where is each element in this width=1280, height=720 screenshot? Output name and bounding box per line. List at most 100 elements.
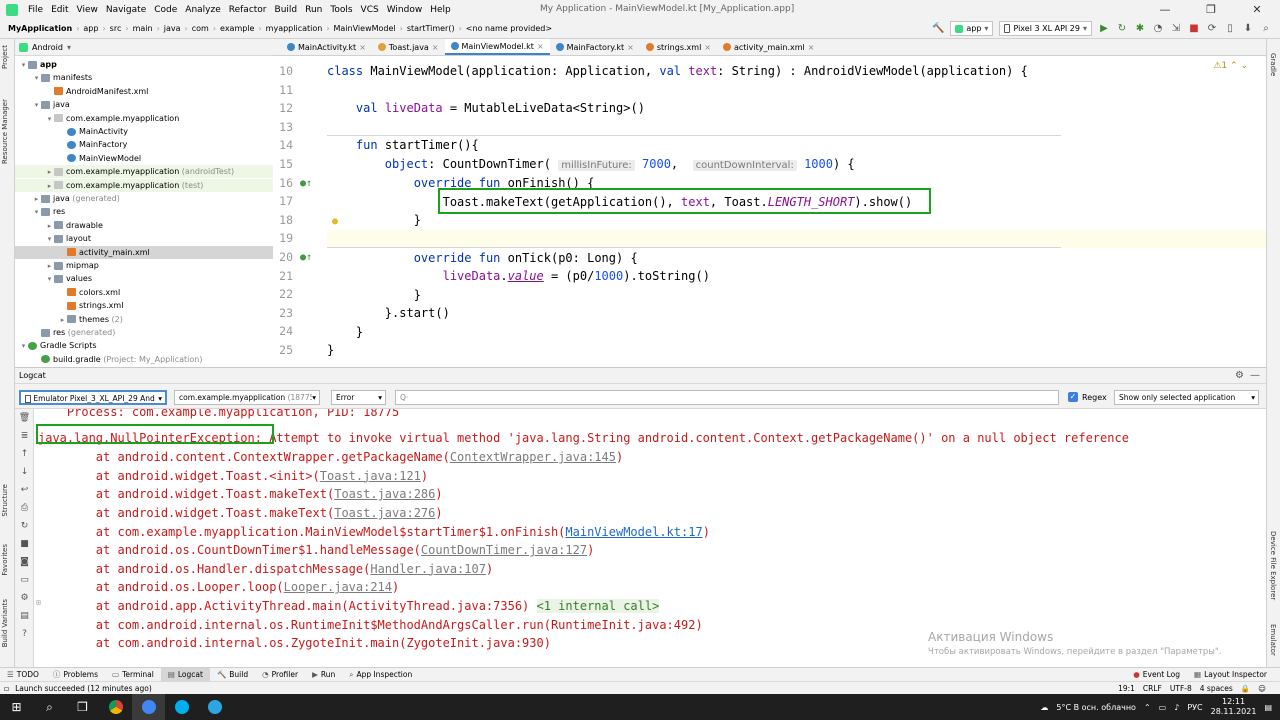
- chevron-down-icon[interactable]: ▾: [32, 72, 41, 85]
- code-editor[interactable]: 10 11 12 13 14 15 16 17 18 19 20 21 22 23 24 25 ●↑ ●↑ ●…: [273, 56, 1266, 367]
- breadcrumb-item[interactable]: myapplication: [264, 24, 325, 33]
- telegram-icon[interactable]: [198, 694, 231, 720]
- log-level-select[interactable]: Error ▾: [331, 390, 386, 405]
- stacktrace-link[interactable]: ContextWrapper.java:145: [450, 450, 616, 464]
- tree-item[interactable]: AndroidManifest.xml: [15, 85, 273, 98]
- menu-code[interactable]: Code: [150, 5, 181, 15]
- close-tab-icon[interactable]: ×: [704, 43, 711, 52]
- avd-manager-icon[interactable]: ▯: [1224, 23, 1236, 35]
- stacktrace-link[interactable]: Toast.java:121: [320, 469, 421, 483]
- stop-icon[interactable]: ■: [1188, 23, 1200, 35]
- scroll-to-end-icon[interactable]: ≣: [15, 427, 34, 445]
- tool-window-logcat[interactable]: ▤ Logcat: [160, 668, 210, 681]
- breadcrumb-item[interactable]: example: [218, 24, 256, 33]
- status-layout-icon[interactable]: ▫: [0, 684, 9, 693]
- editor-tab[interactable]: MainFactory.kt ×: [550, 39, 640, 55]
- chevron-down-icon[interactable]: ▾: [45, 233, 54, 246]
- clock[interactable]: 12:11 28.11.2021: [1211, 697, 1257, 717]
- chevron-down-icon[interactable]: ▾: [19, 59, 28, 72]
- network-icon[interactable]: ▭: [1159, 703, 1167, 712]
- tree-item[interactable]: MainActivity: [15, 125, 273, 138]
- internal-call-fold[interactable]: <1 internal call>: [536, 599, 660, 613]
- restart-icon[interactable]: ↻: [15, 517, 34, 535]
- tree-item[interactable]: MainFactory: [15, 138, 273, 151]
- lock-icon[interactable]: 🔒: [1241, 684, 1250, 693]
- tree-item[interactable]: res (generated): [15, 326, 273, 339]
- tree-item[interactable]: ▾ manifests: [15, 71, 273, 84]
- chevron-up-icon[interactable]: ⌃: [1144, 703, 1151, 712]
- menu-run[interactable]: Run: [301, 5, 326, 15]
- editor-tab[interactable]: activity_main.xml ×: [717, 39, 820, 55]
- regex-checkbox[interactable]: ✓ Regex: [1068, 392, 1107, 402]
- tree-item[interactable]: ▾ values: [15, 272, 273, 285]
- stop-icon[interactable]: ■: [15, 535, 34, 553]
- android-studio-taskbar-icon[interactable]: [132, 694, 165, 720]
- logcat-search-input[interactable]: Q·: [395, 390, 1059, 405]
- editor-tab[interactable]: strings.xml ×: [640, 39, 717, 55]
- search-icon[interactable]: ⌕: [33, 694, 66, 720]
- hammer-icon[interactable]: 🔨: [932, 23, 944, 35]
- gradle-tool-button[interactable]: Gradle: [1269, 53, 1277, 76]
- breadcrumb-item[interactable]: src: [108, 24, 124, 33]
- notifications-icon[interactable]: ▤: [1264, 703, 1272, 712]
- tree-item[interactable]: ▾ com.example.myapplication: [15, 112, 273, 125]
- structure-tool-button[interactable]: Structure: [1, 484, 9, 517]
- tree-item[interactable]: activity_main.xml: [15, 245, 273, 259]
- skype-icon[interactable]: [165, 694, 198, 720]
- tool-window-build[interactable]: 🔨 Build: [210, 670, 255, 679]
- soft-wrap-icon[interactable]: ↩: [15, 481, 34, 499]
- breadcrumb-item[interactable]: java: [162, 24, 183, 33]
- stacktrace-link[interactable]: MainViewModel.kt:17: [565, 525, 702, 539]
- debug-icon[interactable]: ✱: [1134, 23, 1146, 35]
- chevron-down-icon[interactable]: ▾: [45, 113, 54, 126]
- maximize-icon[interactable]: ❐: [1188, 0, 1234, 19]
- tree-item[interactable]: ▾ java: [15, 98, 273, 111]
- tree-item[interactable]: ▾ Gradle Scripts: [15, 339, 273, 352]
- chrome-icon[interactable]: [99, 694, 132, 720]
- print-icon[interactable]: ⎙: [15, 499, 34, 517]
- menu-navigate[interactable]: Navigate: [102, 5, 150, 15]
- camera-icon[interactable]: ◙: [15, 553, 34, 571]
- tree-item[interactable]: build.gradle (Project: My_Application): [15, 353, 273, 366]
- chevron-right-icon[interactable]: ▸: [45, 220, 54, 233]
- chevron-down-icon[interactable]: ▾: [19, 340, 28, 353]
- breadcrumb-item[interactable]: main: [131, 24, 155, 33]
- tree-item[interactable]: ▸ com.example.myapplication (androidTest): [15, 165, 273, 179]
- tree-item[interactable]: colors.xml: [15, 286, 273, 299]
- close-tab-icon[interactable]: ×: [537, 42, 544, 51]
- chevron-down-icon[interactable]: ▾: [67, 43, 71, 52]
- device-select[interactable]: Emulator Pixel_3_XL_API_29 And ▾: [19, 390, 167, 405]
- arrow-down-icon[interactable]: ↓: [15, 463, 34, 481]
- trash-icon[interactable]: 🗑: [15, 409, 34, 427]
- menu-vcs[interactable]: VCS: [357, 5, 383, 15]
- tree-item[interactable]: ▾ res: [15, 205, 273, 218]
- run-config-select[interactable]: app ▾: [950, 21, 994, 36]
- tool-window-todo[interactable]: ☰ TODO: [0, 670, 46, 679]
- warning-indicator[interactable]: ⚠1 ⌃ ⌄: [1213, 61, 1248, 71]
- process-select[interactable]: com.example.myapplication (18775 ▾: [174, 390, 320, 405]
- menu-window[interactable]: Window: [383, 5, 427, 15]
- chevron-right-icon[interactable]: ▸: [32, 193, 41, 206]
- menu-analyze[interactable]: Analyze: [181, 5, 224, 15]
- tool-window-layout-inspector[interactable]: ▦ Layout Inspector: [1187, 670, 1274, 679]
- menu-refactor[interactable]: Refactor: [225, 5, 271, 15]
- menu-file[interactable]: File: [24, 5, 47, 15]
- device-select[interactable]: Pixel 3 XL API 29 ▾: [999, 21, 1092, 36]
- device-file-explorer-tool-button[interactable]: Device File Explorer: [1269, 531, 1277, 600]
- tree-item[interactable]: ▾ app: [15, 58, 273, 71]
- indent-setting[interactable]: 4 spaces: [1200, 684, 1233, 693]
- tool-window-problems[interactable]: ⓘ Problems: [46, 669, 105, 680]
- close-tab-icon[interactable]: ×: [627, 43, 634, 52]
- settings-icon[interactable]: ⚙: [15, 589, 34, 607]
- breadcrumb-item[interactable]: MyApplication: [6, 24, 74, 33]
- stacktrace-link[interactable]: Toast.java:286: [334, 487, 435, 501]
- language-indicator[interactable]: РУС: [1187, 703, 1202, 712]
- tree-item[interactable]: ▾ layout: [15, 232, 273, 245]
- tree-item[interactable]: ▸ themes (2): [15, 313, 273, 326]
- project-view-select[interactable]: Android: [32, 43, 63, 52]
- logcat-output[interactable]: java.lang.NullPointerException: Attempt …: [34, 409, 1266, 667]
- caret-position[interactable]: 19:1: [1118, 684, 1135, 693]
- sync-icon[interactable]: ⟳: [1206, 23, 1218, 35]
- tree-item[interactable]: ▸ java (generated): [15, 192, 273, 205]
- chevron-down-icon[interactable]: ▾: [32, 99, 41, 112]
